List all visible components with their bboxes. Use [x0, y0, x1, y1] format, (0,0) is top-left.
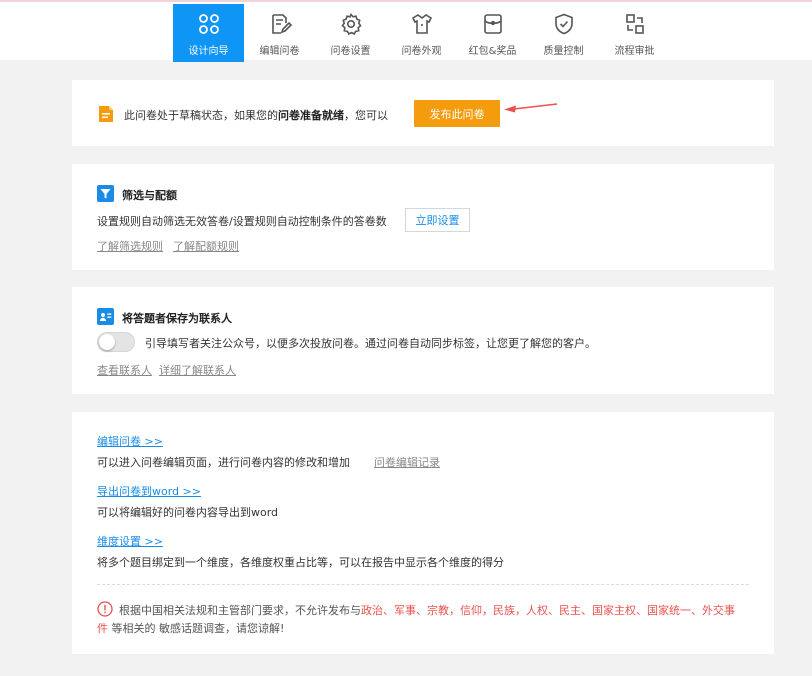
gear-icon — [339, 12, 363, 36]
view-contacts-link[interactable]: 查看联系人 — [97, 362, 152, 378]
edit-survey-desc: 可以进入问卷编辑页面，进行问卷内容的修改和增加 — [97, 456, 350, 469]
nav-survey-appearance[interactable]: 问卷外观 — [386, 4, 457, 62]
compliance-notice: 根据中国相关法规和主管部门要求，不允许发布与政治、军事、宗教，信仰，民族，人权、… — [97, 604, 735, 635]
edit-icon — [268, 12, 292, 36]
nav-label: 问卷外观 — [401, 46, 442, 57]
shirt-icon — [410, 12, 434, 36]
save-contacts-toggle[interactable] — [97, 332, 135, 352]
nav-label: 红包&奖品 — [468, 46, 517, 57]
funnel-icon — [97, 185, 114, 202]
divider — [97, 584, 749, 585]
learn-contacts-link[interactable]: 详细了解联系人 — [159, 362, 236, 378]
edit-record-link[interactable]: 问卷编辑记录 — [374, 454, 440, 470]
draft-status-text: 此问卷处于草稿状态，如果您的问卷准备就绪，您可以 — [124, 109, 388, 122]
nav-label: 流程审批 — [614, 46, 655, 57]
save-contacts-card: 将答题者保存为联系人 引导填写者关注公众号，以便多次投放问卷。通过问卷自动同步标… — [72, 287, 774, 394]
giftbag-icon — [481, 12, 505, 36]
document-icon — [98, 105, 114, 123]
nav-quality-control[interactable]: 质量控制 — [528, 4, 599, 62]
publish-survey-button[interactable]: 发布此问卷 — [414, 100, 500, 127]
contact-card-icon — [97, 308, 114, 325]
shield-check-icon — [552, 12, 576, 36]
save-contacts-title: 将答题者保存为联系人 — [122, 312, 232, 325]
nav-workflow-approval[interactable]: 流程审批 — [599, 4, 670, 62]
filter-quota-desc: 设置规则自动筛选无效答卷/设置规则自动控制条件的答卷数 — [97, 215, 387, 228]
toggle-knob — [99, 334, 115, 350]
learn-filter-rules-link[interactable]: 了解筛选规则 — [97, 238, 163, 254]
dimension-settings-desc: 将多个题目绑定到一个维度，各维度权重占比等，可以在报告中显示各个维度的得分 — [97, 556, 504, 569]
save-contacts-desc: 引导填写者关注公众号，以便多次投放问卷。通过问卷自动同步标签，让您更了解您的客户… — [145, 337, 596, 350]
grid-icon — [197, 12, 221, 36]
nav-red-packet-prizes[interactable]: 红包&奖品 — [457, 4, 528, 62]
edit-survey-link[interactable]: 编辑问卷 >> — [97, 433, 163, 449]
export-word-desc: 可以将编辑好的问卷内容导出到word — [97, 506, 279, 519]
tool-nav: 设计向导 编辑问卷 问卷设置 问卷外观 红包&奖品 质量控制 流程审批 — [173, 4, 670, 62]
nav-label: 设计向导 — [188, 46, 229, 57]
top-navigation-bar: 设计向导 编辑问卷 问卷设置 问卷外观 红包&奖品 质量控制 流程审批 — [0, 0, 812, 62]
setup-now-button[interactable]: 立即设置 — [405, 208, 470, 232]
learn-quota-rules-link[interactable]: 了解配额规则 — [173, 238, 239, 254]
export-word-link[interactable]: 导出问卷到word >> — [97, 483, 201, 499]
filter-quota-title: 筛选与配额 — [122, 189, 177, 202]
nav-edit-survey[interactable]: 编辑问卷 — [244, 4, 315, 62]
nav-label: 编辑问卷 — [259, 46, 300, 57]
nav-design-wizard[interactable]: 设计向导 — [173, 4, 244, 62]
red-arrow-icon — [502, 102, 558, 114]
dimension-settings-link[interactable]: 维度设置 >> — [97, 533, 163, 549]
draft-status-card: 此问卷处于草稿状态，如果您的问卷准备就绪，您可以 发布此问卷 — [72, 80, 774, 146]
workflow-icon — [623, 12, 647, 36]
nav-survey-settings[interactable]: 问卷设置 — [315, 4, 386, 62]
nav-label: 质量控制 — [543, 46, 584, 57]
nav-label: 问卷设置 — [330, 46, 371, 57]
survey-actions-card: 编辑问卷 >> 可以进入问卷编辑页面，进行问卷内容的修改和增加 问卷编辑记录 导… — [72, 412, 774, 654]
filter-quota-card: 筛选与配额 设置规则自动筛选无效答卷/设置规则自动控制条件的答卷数 立即设置 了… — [72, 164, 774, 270]
